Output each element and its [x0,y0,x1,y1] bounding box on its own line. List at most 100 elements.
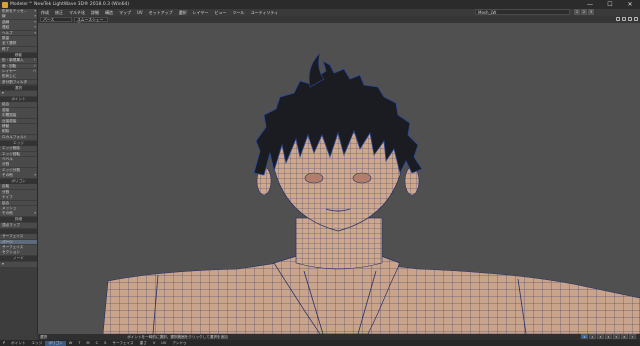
sidebar-tool-button[interactable]: 削除 [0,129,37,135]
menu-item[interactable]: セットアップ [146,10,176,16]
bottom-mode-button[interactable]: T [75,341,83,345]
selection-set-button[interactable]: 1 [581,334,588,339]
bottom-mode-button[interactable]: V [150,341,158,345]
view-type-select[interactable]: パース [40,17,72,22]
sidebar-tool-button[interactable]: 溶接 [0,107,37,113]
sidebar-tool-button[interactable]: 結合 [0,200,37,206]
bottom-mode-button[interactable]: サーフェイス [109,341,136,346]
selection-set-button[interactable]: 3 [597,334,604,339]
rotate-view-icon[interactable] [622,17,626,21]
move-view-icon[interactable] [616,17,620,21]
menu-item[interactable]: ビュー [212,10,230,16]
sidebar-tool-label: 形状上に [2,74,17,79]
sidebar-tool-button[interactable]: 終了 [0,46,37,52]
sidebar-tool-button[interactable]: 移動 [0,123,37,129]
menu-item[interactable]: 詳細 [88,10,102,16]
sidebar-tool-button[interactable]: 結合 [0,102,37,108]
bottom-mode-button[interactable]: ポリゴン [45,340,66,346]
bottom-mode-button[interactable]: アンドゥ [169,341,189,346]
sidebar-tool-button[interactable]: 曲線 ▾ [0,19,37,25]
selection-set-button[interactable]: 5 [613,334,620,339]
zoom-view-icon[interactable] [628,17,632,21]
left-eye [304,172,324,184]
sidebar-tool-button[interactable]: エッジ削除 [0,146,37,151]
sidebar-tool-button[interactable]: 連結 ▾ [0,25,37,30]
sidebar-tool-button[interactable]: ▾ [0,261,37,267]
sidebar-tool-label: レイヤー [2,68,17,73]
bottom-mode-button[interactable]: M [83,341,92,345]
sidebar-tool-label: 形・新規挿入 [2,58,24,63]
selection-set-button[interactable]: 4 [605,334,612,339]
sidebar-tool-button[interactable]: 面・回転 Y [0,63,37,69]
menu-item[interactable]: UV [134,10,146,15]
menu-item[interactable]: レイヤー [190,10,212,16]
close-button[interactable]: ✕ [620,0,640,9]
menu-item[interactable]: マルチ化 [66,10,88,16]
sidebar-tool-button[interactable]: エッジ回転 [0,151,37,157]
sidebar-tool-button[interactable]: ベベル [0,156,37,162]
title-bar: Modeler™ NewTek LightWave 3D® 2018.0.3 (… [0,0,640,9]
sidebar-tool-button[interactable]: 分割 [0,189,37,195]
viewport-header: パース スムースシェード [38,16,640,26]
sidebar-tool-button[interactable]: 分割 [0,162,37,168]
bottom-mode-button[interactable]: エッジ [29,341,46,346]
sidebar-tool-button[interactable]: 線 ▾ [0,14,37,20]
sidebar-tool-button[interactable]: 頂点マップ [0,222,37,228]
sidebar-tool-button[interactable]: パーツ [0,239,37,245]
sidebar-tool-button[interactable]: 中間溶接 [0,113,37,118]
bottom-mode-button[interactable]: 重さ [137,341,150,346]
sidebar-tool-button[interactable]: 近接溶接 [0,118,37,124]
menu-item[interactable]: マップ [116,10,134,16]
bottom-mode-button[interactable]: W [66,341,76,345]
bottom-mode-button[interactable]: P [0,341,8,345]
layer-select[interactable]: Mesh_LW [475,9,570,15]
selection-set-button[interactable]: 7 [629,334,636,339]
layer-numbers: 1 2 3 [574,9,594,15]
bottom-mode-button[interactable]: UV [158,341,169,345]
sidebar-tool-button[interactable]: その他 ▾ [0,211,37,217]
sidebar-tool-button[interactable]: その他 ▾ [0,173,37,178]
sidebar-tool-button[interactable]: セクション [0,250,37,256]
bottom-mode-button[interactable]: ポイント [8,341,28,346]
layer-3[interactable]: 3 [588,9,594,15]
sidebar-tool-button[interactable]: 反転 [0,184,37,190]
sidebar-tool-button[interactable]: ナイフ [0,195,37,201]
sidebar-tool-button[interactable]: ▾ [0,91,37,96]
layer-2[interactable]: 2 [581,9,587,15]
selection-set-button[interactable]: 6 [621,334,628,339]
sidebar-section-header: ポリゴン [0,179,37,184]
sidebar-tool-button[interactable]: サーフェイス [0,234,37,239]
sidebar-tool-label: 分割 [2,189,10,194]
sidebar-tool-button[interactable]: ヘルプ ▾ [0,30,37,36]
sidebar-tool-button[interactable]: ロカルフォルト [0,134,37,140]
maximize-button[interactable]: ☐ [600,0,620,9]
minimize-button[interactable]: — [580,0,600,9]
sidebar-tool-button[interactable]: サーフェイス [0,244,37,250]
perspective-viewport[interactable] [38,23,640,334]
sidebar-tool-label: 多分割フィルタ [2,79,28,84]
sidebar-tool-button[interactable]: 数量 [0,35,37,41]
menu-item[interactable]: ユーティリティ [248,10,282,16]
menu-item[interactable]: 作成 [38,10,52,16]
selection-set-button[interactable]: 2 [589,334,596,339]
menu-item[interactable]: 選択 [176,10,190,16]
sidebar-tool-label: メッシュ [2,206,17,211]
maximize-view-icon[interactable] [634,17,638,21]
sidebar-tool-button[interactable]: 形状上に [0,74,37,80]
sidebar-tool-button[interactable]: 全て選択 [0,41,37,47]
shading-select[interactable]: スムースシェード [74,17,108,26]
menu-item[interactable]: 修正 [52,10,66,16]
sidebar-tool-button[interactable]: メッシュ [0,206,37,211]
bottom-toolbar: P ポイント エッジ ポリゴン W T M C S サーフェイス 重さ V UV アンドゥ [0,340,640,346]
sidebar-tool-button[interactable]: レイヤー H [0,68,37,74]
bottom-mode-button[interactable]: C [93,341,102,345]
layer-1[interactable]: 1 [574,9,580,15]
sidebar-tool-button[interactable]: エッジ分割 [0,167,37,173]
bottom-mode-button[interactable]: S [101,341,109,345]
menu-item[interactable]: 構造 [102,10,116,16]
sidebar-tool-button[interactable]: 形・新規挿入 T [0,58,37,63]
sidebar-tool-button[interactable]: 形状をテッセ… ▾ [0,9,37,14]
menu-item[interactable]: ツール [230,10,248,16]
sidebar-tool-button[interactable]: 多分割フィルタ [0,79,37,85]
sidebar-tool-label: エッジ回転 [2,151,20,156]
